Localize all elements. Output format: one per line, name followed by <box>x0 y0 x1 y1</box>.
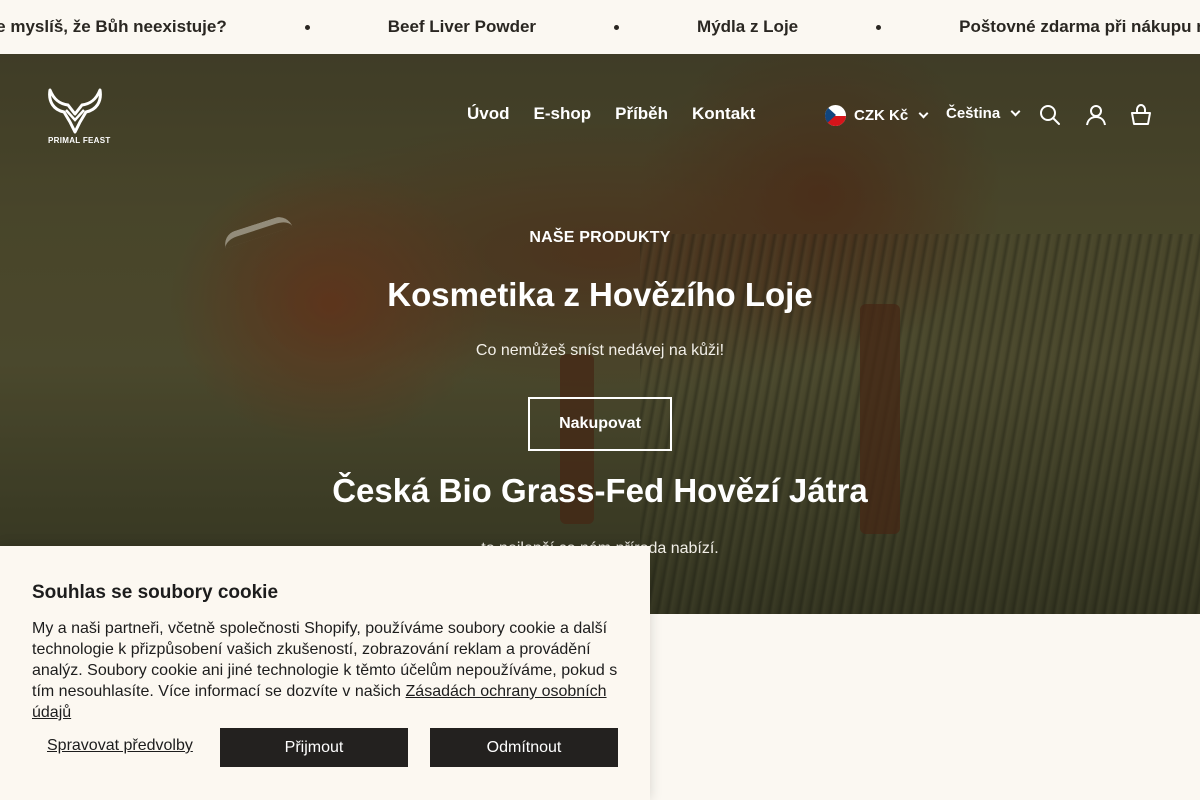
hero-heading-secondary: Česká Bio Grass-Fed Hovězí Játra <box>332 472 868 509</box>
chevron-down-icon <box>1010 106 1021 117</box>
bull-logo-icon <box>48 88 102 134</box>
separator-dot <box>614 24 620 30</box>
currency-selector[interactable]: CZK Kč <box>825 105 929 126</box>
hero-overlay <box>0 54 1200 614</box>
decline-button[interactable]: Odmítnout <box>430 728 618 767</box>
main-nav: Úvod E-shop Příběh Kontakt <box>467 104 755 124</box>
hero-subheading: Co nemůžeš sníst nedávej na kůži! <box>475 342 725 359</box>
hero-heading: Kosmetika z Hovězího Loje <box>387 276 813 313</box>
language-label: Čeština <box>946 105 1001 122</box>
chevron-down-icon <box>918 108 929 119</box>
announcement-message[interactable]: Poštovné zdarma při nákupu nad 20 <box>959 17 1200 37</box>
czech-flag-icon <box>825 105 846 126</box>
shop-now-button[interactable]: Nakupovat <box>528 397 672 451</box>
cart-icon[interactable] <box>1130 104 1152 126</box>
cookie-consent-banner: Souhlas se soubory cookie My a naši part… <box>0 546 650 800</box>
hero-kicker: NAŠE PRODUKTY <box>529 229 671 246</box>
accept-button[interactable]: Přijmout <box>220 728 408 767</box>
announcement-track: ale myslíš, že Bůh neexistuje? Beef Live… <box>0 0 1200 54</box>
nav-item-story[interactable]: Příběh <box>615 104 668 124</box>
manage-preferences-link[interactable]: Spravovat předvolby <box>47 737 193 755</box>
separator-dot <box>304 24 310 30</box>
nav-item-contact[interactable]: Kontakt <box>692 104 755 124</box>
cookie-body: My a naši partneři, včetně společnosti S… <box>32 618 632 723</box>
brand-name: PRIMAL FEAST <box>48 136 111 145</box>
currency-label: CZK Kč <box>854 107 909 124</box>
search-icon[interactable] <box>1039 104 1061 126</box>
announcement-message[interactable]: Beef Liver Powder <box>388 17 536 37</box>
announcement-message[interactable]: ale myslíš, že Bůh neexistuje? <box>0 17 227 37</box>
logo[interactable]: PRIMAL FEAST <box>46 88 110 148</box>
hero-background-image <box>0 54 1200 614</box>
nav-item-home[interactable]: Úvod <box>467 104 510 124</box>
language-selector[interactable]: Čeština <box>946 105 1021 122</box>
announcement-bar: ale myslíš, že Bůh neexistuje? Beef Live… <box>0 0 1200 54</box>
account-icon[interactable] <box>1085 104 1107 126</box>
announcement-message[interactable]: Mýdla z Loje <box>697 17 798 37</box>
cookie-title: Souhlas se soubory cookie <box>32 582 279 603</box>
nav-item-eshop[interactable]: E-shop <box>534 104 592 124</box>
separator-dot <box>876 24 882 30</box>
